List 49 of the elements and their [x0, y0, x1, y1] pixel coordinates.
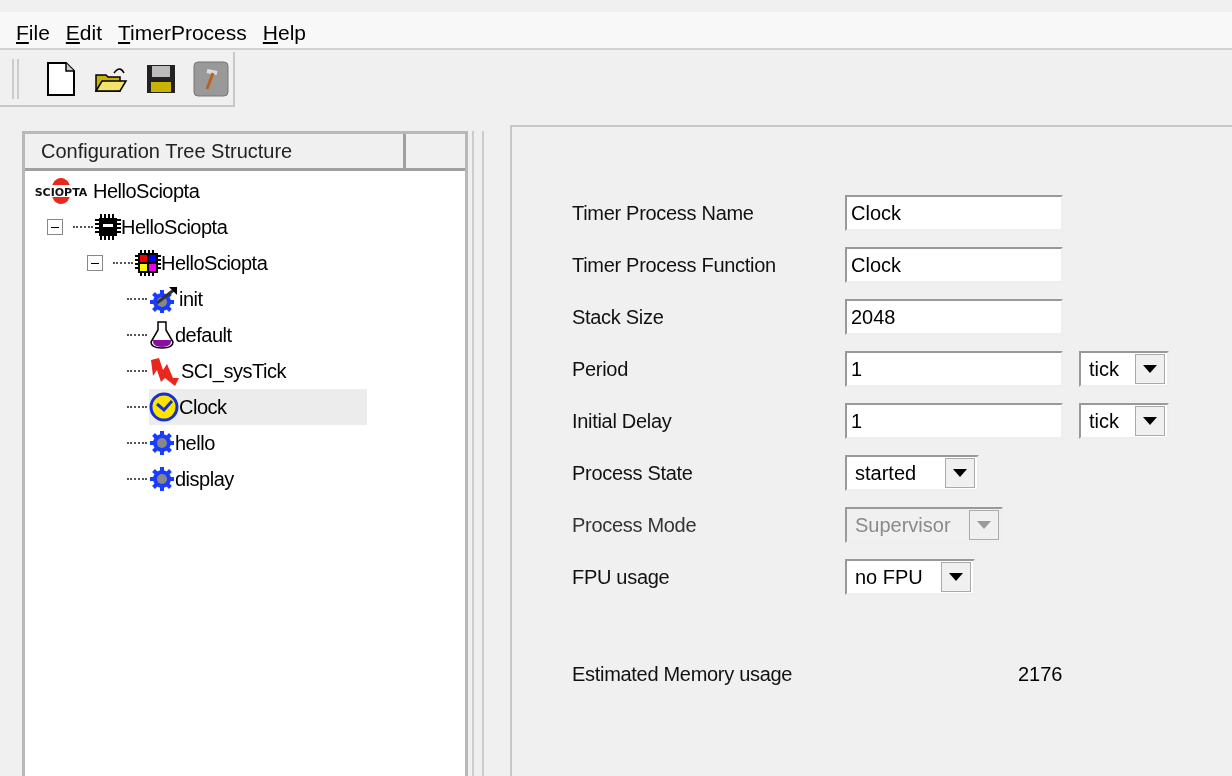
tree-item[interactable]: hello	[149, 425, 219, 461]
tree-item[interactable]: HelloSciopta	[135, 245, 272, 281]
dropdown-arrow-icon	[977, 521, 991, 529]
clock-icon	[149, 392, 179, 422]
menu-item[interactable]: Help	[262, 18, 306, 48]
flask-icon	[149, 320, 175, 350]
unit-dropdown[interactable]: tick	[1079, 351, 1169, 387]
field-label: Process State	[572, 461, 694, 485]
memory-value: 2176	[1018, 663, 1063, 686]
dropdown-arrow-icon	[953, 469, 967, 477]
text-field[interactable]: 2048	[845, 299, 1063, 335]
toolbar-grip[interactable]	[12, 58, 19, 99]
chip-icon	[95, 214, 121, 240]
lightning-icon	[149, 356, 181, 386]
text-field[interactable]: Clock	[845, 247, 1063, 283]
tree-item[interactable]: init	[149, 281, 207, 317]
hammer-button[interactable]	[193, 58, 229, 99]
menu-item[interactable]: Edit	[65, 18, 103, 48]
dropdown-arrow-icon	[949, 573, 963, 581]
menu-item[interactable]: TimerProcess	[118, 18, 247, 48]
field-label: Timer Process Function	[572, 253, 777, 277]
field-label: Stack Size	[572, 305, 665, 329]
tree-item[interactable]: HelloSciopta	[95, 209, 232, 245]
unit-dropdown[interactable]: tick	[1079, 403, 1169, 439]
tree-item[interactable]: SCIOPTA HelloSciopta	[29, 173, 204, 209]
field-label: Timer Process Name	[572, 201, 755, 225]
tree-item[interactable]: Clock	[149, 389, 367, 425]
field-label: Process Mode	[572, 513, 698, 537]
dropdown[interactable]: no FPU	[845, 559, 975, 595]
text-field[interactable]: Clock	[845, 195, 1063, 231]
memory-label: Estimated Memory usage	[572, 663, 794, 686]
dropdown-arrow-icon	[1143, 417, 1157, 425]
tree-item[interactable]: default	[149, 317, 236, 353]
gear-icon	[149, 430, 175, 456]
collapse-toggle[interactable]	[47, 219, 63, 235]
text-field[interactable]: 1	[845, 403, 1063, 439]
text-field[interactable]: 1	[845, 351, 1063, 387]
field-label: FPU usage	[572, 565, 671, 589]
menu-item[interactable]: File	[16, 18, 50, 48]
field-label: Initial Delay	[572, 409, 673, 433]
dropdown[interactable]: started	[845, 455, 979, 491]
dropdown-arrow-icon	[1143, 365, 1157, 373]
gear-icon	[149, 466, 175, 492]
tree-item[interactable]: display	[149, 461, 238, 497]
chip-icon	[135, 250, 161, 276]
field-label: Period	[572, 357, 629, 381]
gear-arrow-icon	[149, 285, 179, 313]
collapse-toggle[interactable]	[87, 255, 103, 271]
tree-item[interactable]: SCI_sysTick	[149, 353, 290, 389]
